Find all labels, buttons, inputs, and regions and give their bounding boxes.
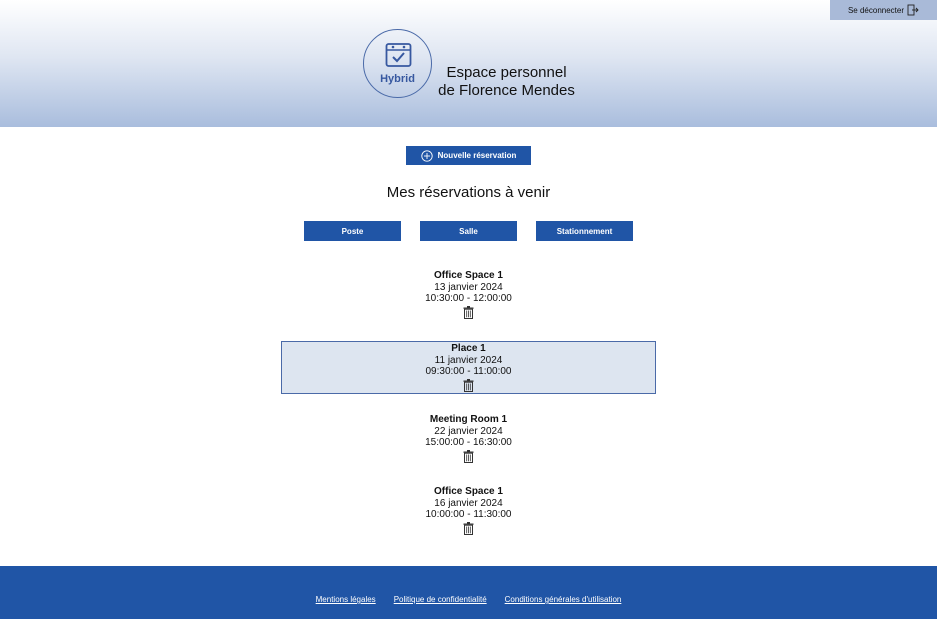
logout-icon (907, 4, 919, 16)
hybrid-logo: Hybrid (363, 29, 432, 98)
reservation-item[interactable]: Meeting Room 1 22 janvier 2024 15:00:00 … (281, 413, 656, 466)
page-title-line1: Espace personnel (446, 64, 567, 81)
legal-notice-link[interactable]: Mentions légales (316, 595, 376, 604)
reservation-name: Office Space 1 (434, 270, 503, 281)
reservation-item[interactable]: Office Space 1 16 janvier 2024 10:00:00 … (281, 485, 656, 538)
reservation-date: 13 janvier 2024 (434, 281, 503, 293)
reservation-date: 11 janvier 2024 (434, 354, 503, 366)
trash-icon[interactable] (463, 521, 474, 535)
reservation-time: 10:00:00 - 11:30:00 (425, 509, 512, 520)
privacy-policy-link[interactable]: Politique de confidentialité (394, 595, 487, 604)
reservation-time: 10:30:00 - 12:00:00 (425, 293, 512, 304)
plus-circle-icon (420, 149, 433, 162)
logo-text: Hybrid (380, 73, 415, 85)
page-title: Espace personnel de Florence Mendes (434, 64, 579, 100)
reservation-name: Place 1 (451, 343, 486, 354)
footer-links: Mentions légales Politique de confidenti… (0, 595, 937, 604)
new-reservation-button[interactable]: Nouvelle réservation (406, 146, 531, 165)
trash-icon[interactable] (463, 378, 474, 392)
reservation-name: Office Space 1 (434, 486, 503, 497)
header: Se déconnecter Hybrid Espace personnel d… (0, 0, 937, 127)
terms-of-use-link[interactable]: Conditions générales d'utilisation (505, 595, 622, 604)
reservation-name: Meeting Room 1 (429, 414, 508, 425)
reservation-item[interactable]: Office Space 1 13 janvier 2024 10:30:00 … (281, 269, 656, 322)
calendar-check-icon (385, 43, 412, 67)
trash-icon[interactable] (463, 305, 474, 319)
reservation-time: 15:00:00 - 16:30:00 (425, 437, 512, 448)
section-title: Mes réservations à venir (386, 184, 551, 201)
reservation-time: 09:30:00 - 11:00:00 (425, 366, 512, 377)
footer: Mentions légales Politique de confidenti… (0, 566, 937, 619)
logout-label: Se déconnecter (847, 5, 905, 15)
reservation-date: 16 janvier 2024 (434, 497, 503, 509)
filter-stationnement-button[interactable]: Stationnement (536, 221, 633, 241)
reservation-item-selected[interactable]: Place 1 11 janvier 2024 09:30:00 - 11:00… (281, 341, 656, 394)
logout-button[interactable]: Se déconnecter (830, 0, 937, 20)
trash-icon[interactable] (463, 449, 474, 463)
reservation-date: 22 janvier 2024 (434, 425, 503, 437)
new-reservation-label: Nouvelle réservation (437, 151, 517, 160)
filter-poste-button[interactable]: Poste (304, 221, 401, 241)
filter-salle-button[interactable]: Salle (420, 221, 517, 241)
page-title-line2: de Florence Mendes (438, 82, 575, 99)
